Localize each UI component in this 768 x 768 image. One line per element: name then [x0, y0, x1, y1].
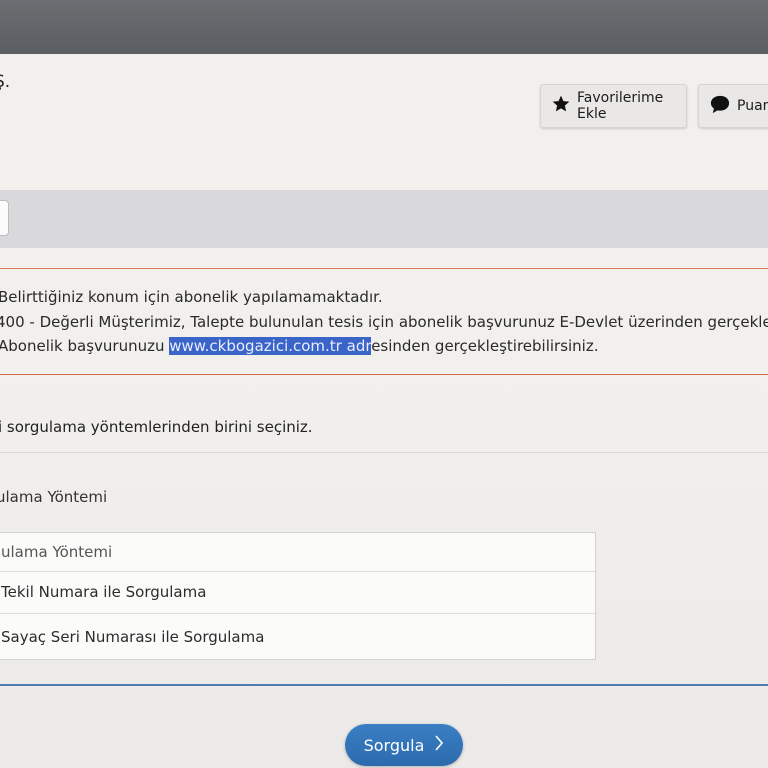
error-bottom-border: [0, 374, 768, 375]
selected-text-tail: adr: [341, 337, 372, 355]
section-divider: [0, 452, 768, 453]
add-to-favorites-button[interactable]: Favorilerime Ekle: [540, 84, 687, 128]
form-bottom-border: [0, 684, 768, 686]
error-message-2: 400 - Değerli Müşterimiz, Talepte bulunu…: [0, 313, 768, 331]
rate-button[interactable]: Puanla: [698, 84, 768, 128]
option-meter-serial[interactable]: Sayaç Seri Numarası ile Sorgulama: [0, 628, 597, 646]
error-message-3-suffix: esinden gerçekleştirebilirsiniz.: [371, 337, 599, 355]
add-to-favorites-label: Favorilerime Ekle: [577, 90, 664, 122]
option-separator: [0, 571, 597, 572]
option-separator: [0, 613, 597, 614]
query-method-label: ulama Yöntemi: [0, 488, 108, 506]
chevron-right-icon: [434, 735, 444, 755]
error-top-border: [0, 268, 768, 269]
location-input[interactable]: [0, 200, 9, 236]
star-icon: [551, 94, 577, 118]
option-single-number[interactable]: Tekil Numara ile Sorgulama: [0, 583, 597, 601]
dropdown-placeholder-option[interactable]: ulama Yöntemi: [0, 543, 597, 561]
query-method-dropdown[interactable]: ulama Yöntemi Tekil Numara ile Sorgulama…: [0, 532, 597, 660]
website-link[interactable]: www.ckbogazici.com.tr: [169, 337, 342, 355]
search-band: [0, 190, 768, 248]
speech-bubble-icon: [709, 94, 737, 118]
rate-label: Puanla: [737, 98, 768, 114]
page-title: Ş.: [0, 72, 11, 92]
top-bar: [0, 0, 768, 54]
error-message-1: Belirttiğiniz konum için abonelik yapıla…: [0, 288, 383, 306]
query-instruction: i sorgulama yöntemlerinden birini seçini…: [0, 418, 313, 436]
error-message-3-prefix: Abonelik başvurunuzu: [0, 337, 170, 355]
page: Ş. Favorilerime Ekle Puanla Belirttiğini…: [0, 0, 768, 768]
error-message-3: Abonelik başvurunuzu www.ckbogazici.com.…: [0, 337, 599, 355]
query-submit-button[interactable]: Sorgula: [345, 724, 463, 766]
query-submit-label: Sorgula: [363, 735, 425, 755]
